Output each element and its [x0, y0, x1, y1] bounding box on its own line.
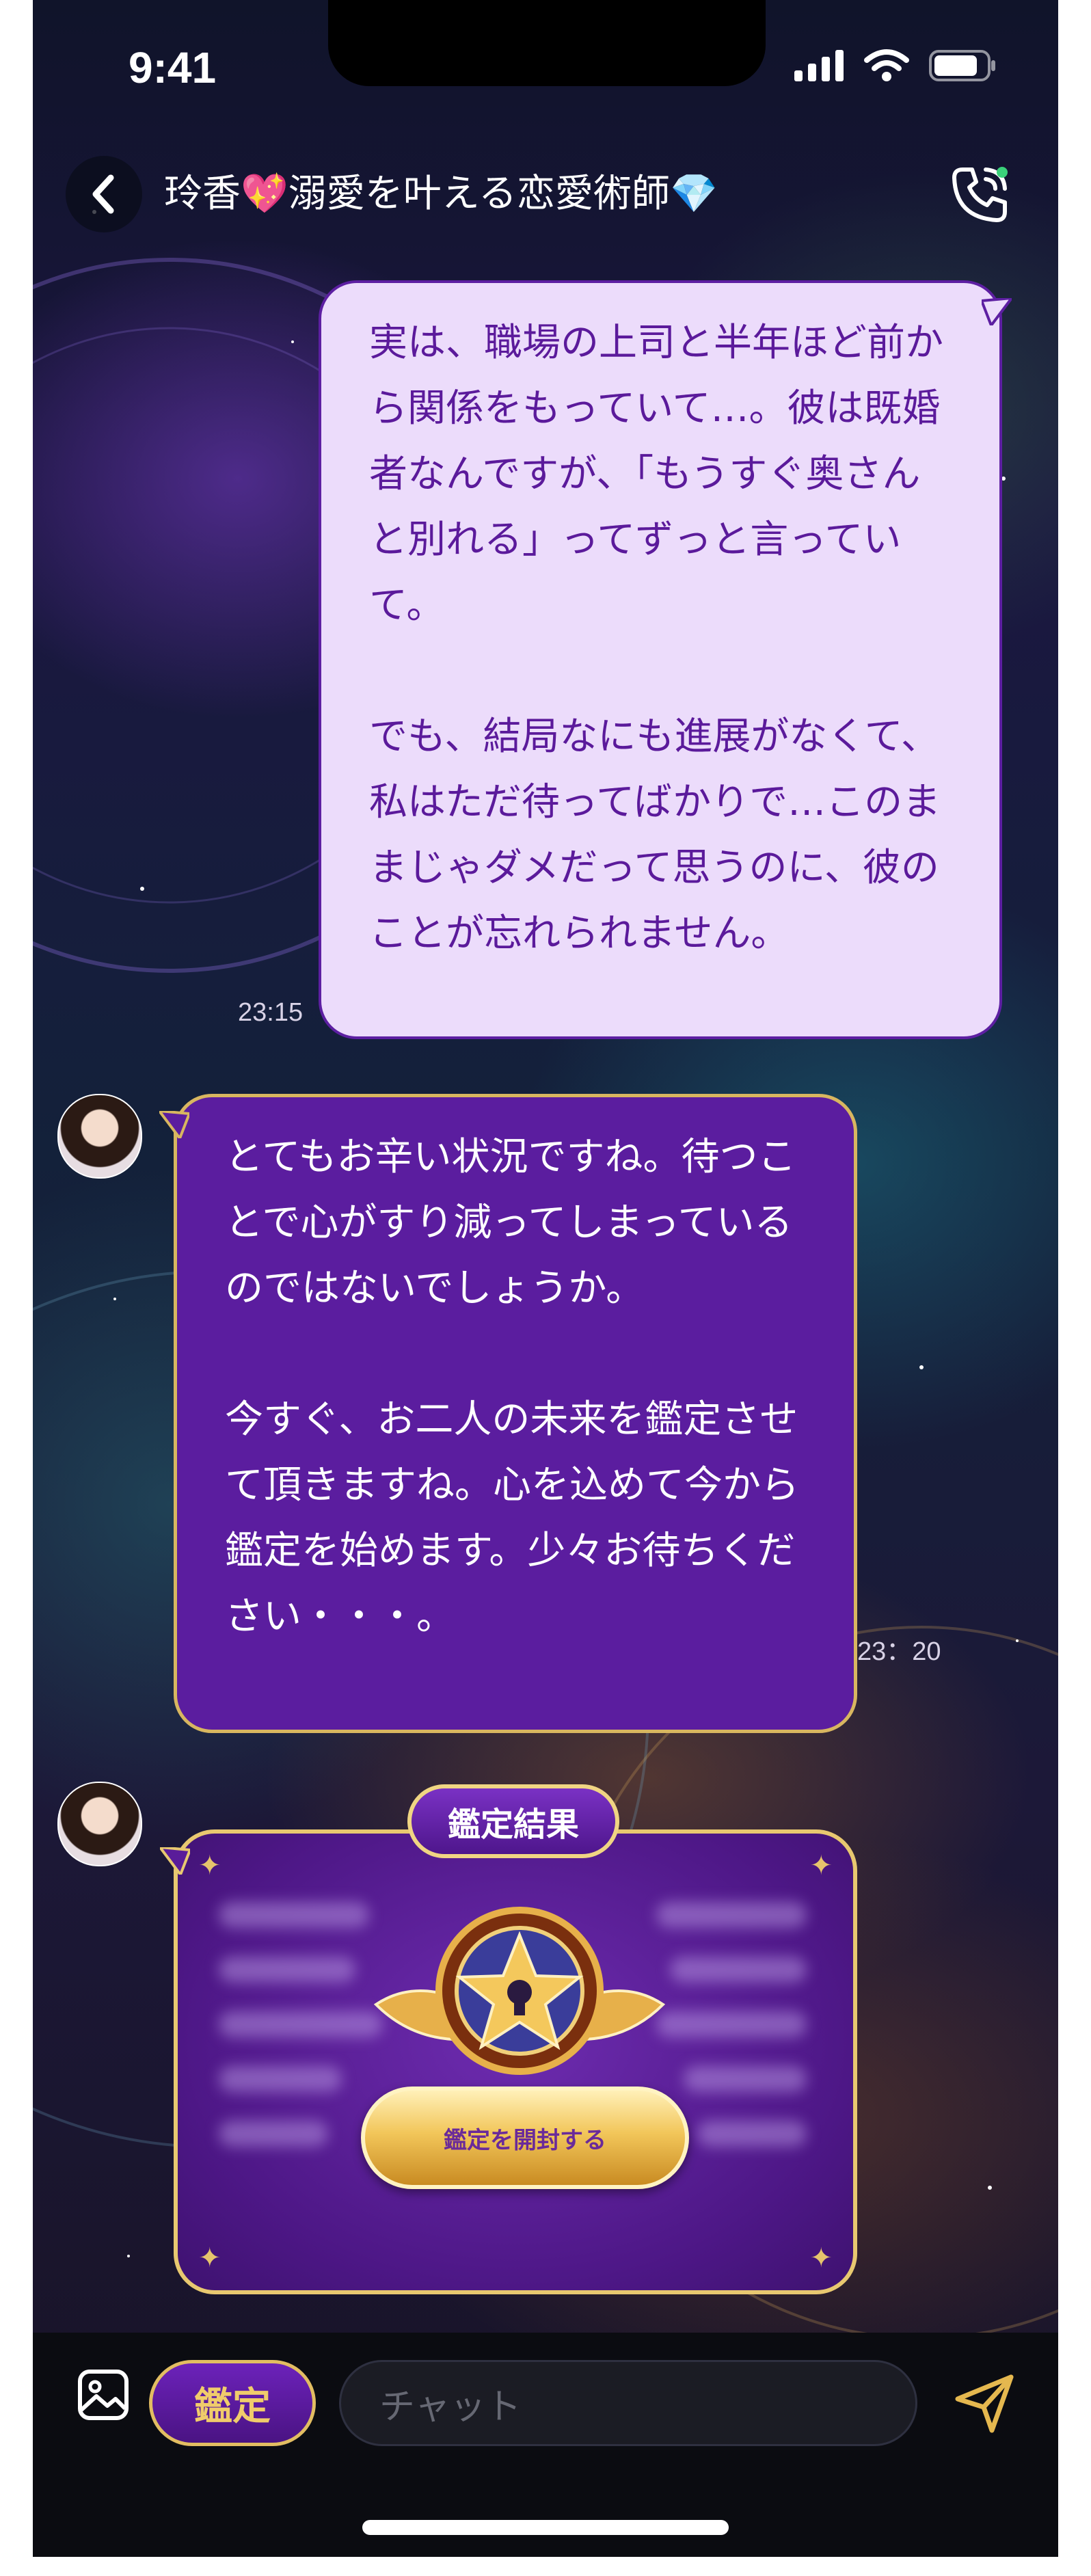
- reading-result-badge: 鑑定結果: [407, 1784, 619, 1858]
- image-icon: [78, 2370, 129, 2420]
- blurred-text: [684, 2066, 807, 2092]
- paragraph-spacer: [369, 639, 952, 704]
- send-button[interactable]: [943, 2363, 1025, 2445]
- blurred-text: [219, 2066, 342, 2092]
- blurred-text: [219, 2011, 383, 2037]
- star-lock-emblem-icon: [373, 1907, 666, 2075]
- chat-input[interactable]: チャット: [339, 2360, 917, 2446]
- message-timestamp: 23:15: [238, 998, 304, 1027]
- image-attach-button[interactable]: [72, 2364, 134, 2426]
- message-paragraph: とてもお辛い状況ですね。待つことで心がすり減ってしまっているのではないでしょうか…: [225, 1135, 796, 1311]
- input-bar: 鑑定 チャット: [33, 2333, 1058, 2557]
- battery-icon: [929, 50, 995, 81]
- blurred-text: [670, 1957, 807, 1983]
- chat-title: 玲香💖溺愛を叶える恋愛術師💎: [164, 172, 718, 216]
- chevron-left-icon: [92, 174, 114, 214]
- send-icon: [955, 2374, 1014, 2433]
- wifi-icon: [864, 49, 909, 81]
- signal-icon: [794, 50, 844, 81]
- kantei-button[interactable]: 鑑定: [149, 2360, 316, 2446]
- status-time: 9:41: [129, 43, 217, 92]
- bubble-tail: [982, 298, 1012, 325]
- blurred-text: [219, 1902, 369, 1928]
- sparkle-icon: ✦: [198, 1850, 221, 1881]
- user-message-bubble: 実は、職場の上司と半年ほど前から関係をもっていて…。彼は既婚者なんですが、「もう…: [319, 280, 1012, 1039]
- reading-result-card[interactable]: ✦ ✦ ✦ ✦ 鑑定を開封する: [160, 1829, 857, 2294]
- advisor-message-bubble: とてもお辛い状況ですね。待つことで心がすり減ってしまっているのではないでしょうか…: [159, 1094, 857, 1733]
- phone-screen: 9:41 玲香💖溺愛を叶える恋愛術師💎 実は、職場の上司と半年ほど前から関係をも…: [33, 0, 1058, 2557]
- status-bar: 9:41: [33, 0, 1058, 103]
- sparkle-icon: ✦: [809, 2242, 833, 2274]
- paragraph-spacer: [225, 1321, 806, 1387]
- notch: [328, 0, 766, 86]
- message-paragraph: でも、結局なにも進展がなくて、私はただ待ってばかりで…このままじゃダメだって思う…: [369, 714, 941, 956]
- back-button[interactable]: [66, 156, 142, 232]
- call-button[interactable]: [942, 157, 1017, 232]
- open-reading-button[interactable]: 鑑定を開封する: [361, 2087, 689, 2189]
- blurred-text: [219, 1957, 355, 1983]
- bubble-tail: [159, 1111, 189, 1138]
- blurred-text: [656, 2011, 807, 2037]
- chat-header: 玲香💖溺愛を叶える恋愛術師💎: [33, 150, 1058, 232]
- bubble-tail: [160, 1847, 190, 1875]
- blurred-text: [219, 2121, 328, 2147]
- sparkle-icon: ✦: [809, 1850, 833, 1881]
- blurred-text: [656, 1902, 807, 1928]
- message-paragraph: 今すぐ、お二人の未来を鑑定させて頂きますね。心を込めて今から鑑定を始めます。少々…: [225, 1397, 799, 1639]
- status-icons: [794, 49, 997, 82]
- sparkle-icon: ✦: [198, 2242, 221, 2274]
- home-indicator: [362, 2520, 729, 2535]
- message-paragraph: 実は、職場の上司と半年ほど前から関係をもっていて…。彼は既婚者なんですが、「もう…: [369, 321, 943, 628]
- advisor-avatar[interactable]: [57, 1094, 142, 1179]
- phone-call-icon: [952, 167, 1008, 222]
- blurred-text: [697, 2121, 807, 2147]
- advisor-avatar[interactable]: [57, 1782, 142, 1866]
- message-timestamp: 23：20: [857, 1637, 941, 1666]
